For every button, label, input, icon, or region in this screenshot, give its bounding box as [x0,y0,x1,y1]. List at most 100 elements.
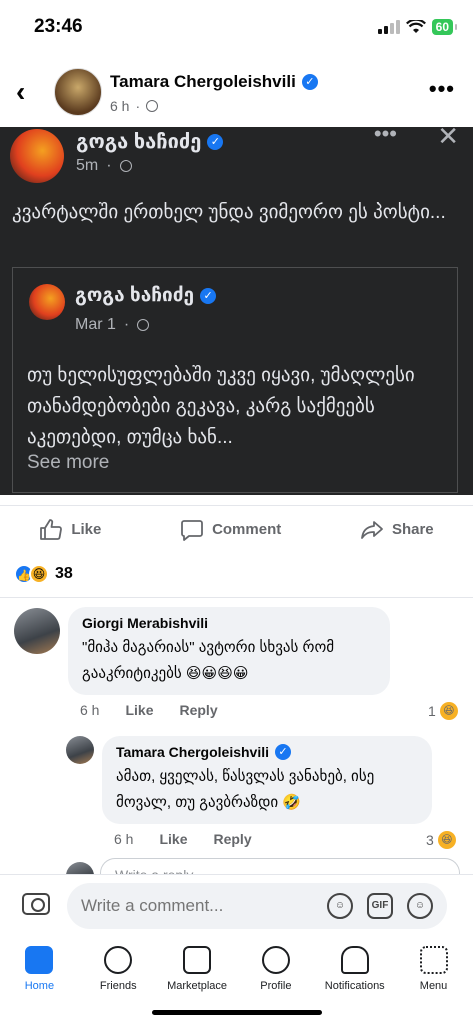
signal-icon [377,20,400,34]
shared-post-meta: 5m · [76,157,132,175]
haha-reaction-icon: 😆 [437,831,456,849]
like-button[interactable]: Like [39,518,101,542]
composer-icons: ☺ GIF ☺ [327,893,433,919]
verified-icon: ✓ [207,133,224,150]
reply-reactions[interactable]: 3 😆 [426,831,456,849]
author-name[interactable]: Tamara Chergoleishvili ✓ [110,72,318,92]
meta-dot: · [135,98,141,114]
reaction-summary[interactable]: 👍 😆 38 [14,564,73,584]
shared-post-card[interactable]: გოგა ხაჩიძე ✓ 5m · ••• ✕ კვარტალში ერთხე… [0,127,473,495]
commenter-avatar[interactable] [14,608,60,654]
status-icons: 60 [377,19,458,35]
reply-reply-button[interactable]: Reply [213,831,251,847]
author-name-label[interactable]: Tamara Chergoleishvili [110,72,296,92]
reaction-count: 38 [55,565,73,582]
nav-label: Marketplace [167,980,228,992]
reply-like-button[interactable]: Like [159,831,187,847]
share-icon [361,520,383,539]
post-meta: 6 h · [110,98,159,114]
home-icon [25,946,54,974]
nav-label: Profile [260,980,292,992]
haha-reaction-icon: 😆 [29,564,49,584]
shared-post-time: 5m [76,157,99,174]
back-arrow-icon[interactable]: ‹ [16,76,25,108]
original-post-date: Mar 1 [75,316,116,333]
reply-meta: 6 h Like Reply [114,831,252,847]
see-more-link[interactable]: See more [27,452,109,474]
nav-label: Home [24,980,55,992]
comment-text: "მიჰა მაგარიას" ავტორი სხვას რომ გააკრიტ… [82,639,335,682]
comment-like-button[interactable]: Like [125,702,153,718]
nav-label: Friends [99,980,137,992]
battery-icon: 60 [431,19,458,35]
more-options-icon[interactable]: ••• [429,76,455,102]
author-avatar[interactable] [54,68,102,116]
friends-icon [104,946,133,974]
original-post-text: თუ ხელისუფლებაში უკვე იყავი, უმაღლესი თა… [27,365,415,448]
comment-label: Comment [212,521,282,538]
haha-reaction-icon: 😆 [439,702,458,720]
post-actions: Like Comment Share [0,505,473,553]
shared-post-text: კვარტალში ერთხელ უნდა ვიმეორო ეს პოსტი..… [12,202,446,223]
globe-icon [137,319,150,331]
original-author-name-label[interactable]: გოგა ხაჩიძე [75,284,194,307]
comment-button[interactable]: Comment [180,518,281,542]
divider [0,597,473,598]
shared-more-icon[interactable]: ••• [374,127,397,147]
comment-composer: ☺ GIF ☺ [0,874,473,936]
reply-bubble: Tamara Chergoleishvili ✓ ამათ, ყველას, წ… [102,736,432,824]
status-time: 23:46 [34,16,83,37]
original-author-name[interactable]: გოგა ხაჩიძე ✓ [75,284,217,307]
shared-author-name-label[interactable]: გოგა ხაჩიძე [76,129,201,154]
comment-meta: 6 h Like Reply [80,702,218,718]
post-time[interactable]: 6 h [110,98,129,114]
nav-label: Notifications [324,980,385,992]
nav-home[interactable]: Home [0,936,79,1024]
comment-reaction-count: 1 [428,703,436,719]
original-author-avatar[interactable] [29,284,65,320]
reply-avatar[interactable] [66,736,94,764]
bell-icon [340,946,369,974]
reply-text: ამათ, ყველას, წასვლას ვანახებ, ისე მოვალ… [116,768,375,811]
nav-notifications[interactable]: Notifications [315,936,394,1024]
home-indicator [152,1010,322,1015]
share-button[interactable]: Share [360,518,434,542]
gif-icon[interactable]: GIF [367,893,393,919]
menu-grid-icon [419,946,448,974]
commenter-name[interactable]: Giorgi Merabishvili [82,615,376,631]
original-post-meta: Mar 1 · [75,316,150,334]
emoji-icon[interactable]: ☺ [407,893,433,919]
reply-reaction-count: 3 [426,832,434,848]
reply-time: 6 h [114,831,134,847]
globe-icon [119,160,132,172]
reply-author-name[interactable]: Tamara Chergoleishvili [116,744,269,760]
share-label: Share [391,521,434,538]
avatar-sticker-icon[interactable]: ☺ [327,893,353,919]
verified-icon: ✓ [275,744,292,760]
wifi-icon [405,20,426,33]
like-label: Like [71,521,102,538]
marketplace-icon [183,946,212,974]
meta-dot: · [106,157,112,174]
comment-reply-button[interactable]: Reply [179,702,217,718]
nav-friends[interactable]: Friends [79,936,158,1024]
reply-author[interactable]: Tamara Chergoleishvili ✓ [116,744,418,760]
camera-icon[interactable] [22,893,50,915]
shared-author-name[interactable]: გოგა ხაჩიძე ✓ [76,129,224,154]
profile-icon [261,946,290,974]
post-header: ‹ Tamara Chergoleishvili ✓ 6 h · ••• [0,62,473,122]
globe-icon [146,100,159,112]
nav-menu[interactable]: Menu [394,936,473,1024]
shared-author-avatar[interactable] [10,129,64,183]
verified-icon: ✓ [301,74,318,90]
comment-bubble: Giorgi Merabishvili "მიჰა მაგარიას" ავტო… [68,607,390,695]
close-icon[interactable]: ✕ [437,127,459,152]
comment-time: 6 h [80,702,100,718]
status-bar: 23:46 60 [0,0,473,56]
comment-reactions[interactable]: 1 😆 [428,702,458,720]
original-post-card[interactable]: გოგა ხაჩიძე ✓ Mar 1 · თუ ხელისუფლებაში უ… [12,267,458,493]
thumbs-up-icon [40,518,63,540]
comment-icon [181,519,203,541]
nav-label: Menu [419,980,448,992]
verified-icon: ✓ [200,287,217,304]
